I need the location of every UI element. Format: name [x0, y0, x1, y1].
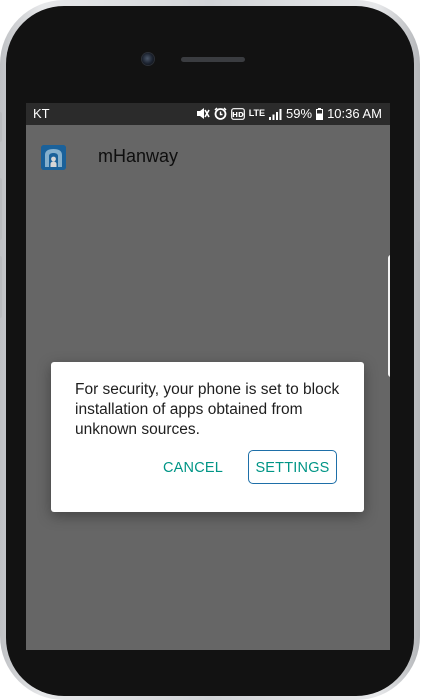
- signal-icon: [269, 108, 282, 120]
- scroll-edge-handle: [388, 255, 390, 377]
- security-dialog: For security, your phone is set to block…: [51, 362, 364, 512]
- dialog-message: For security, your phone is set to block…: [75, 381, 340, 438]
- side-button-right: [416, 180, 420, 242]
- cancel-button[interactable]: CANCEL: [155, 450, 231, 484]
- battery-icon: [316, 107, 324, 120]
- side-button-left-top: [0, 112, 2, 142]
- svg-text:HD: HD: [232, 111, 244, 119]
- phone-frame: KT HD LTE 59% 10:36 AM mHanway For secur…: [0, 0, 420, 700]
- status-bar: KT HD LTE 59% 10:36 AM: [26, 103, 390, 125]
- camera-lens: [142, 53, 154, 65]
- clock-time: 10:36 AM: [327, 106, 382, 121]
- alarm-icon: [214, 107, 227, 120]
- earpiece-speaker: [181, 57, 245, 62]
- side-button-left-low: [0, 256, 2, 318]
- status-icons: HD LTE 59% 10:36 AM: [196, 106, 382, 121]
- battery-percent: 59%: [286, 106, 313, 121]
- settings-button[interactable]: SETTINGS: [248, 450, 337, 484]
- lte-icon: LTE: [248, 108, 266, 118]
- mute-icon: [196, 107, 210, 120]
- carrier-label: KT: [33, 106, 50, 121]
- side-button-left-mid: [0, 178, 2, 240]
- hd-icon: HD: [230, 107, 245, 120]
